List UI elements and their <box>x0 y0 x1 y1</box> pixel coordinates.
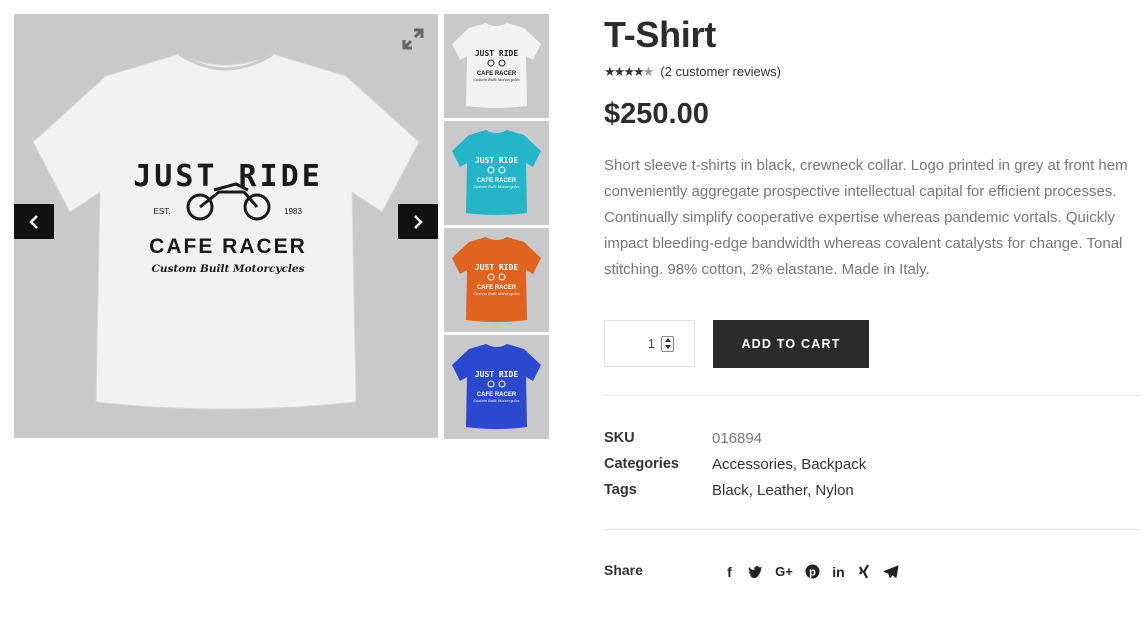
svg-text:Custom Built Motorcycles: Custom Built Motorcycles <box>473 399 519 403</box>
categories-label: Categories <box>604 456 679 472</box>
facebook-icon[interactable]: f <box>721 563 738 580</box>
divider <box>604 529 1141 530</box>
add-to-cart-button[interactable]: ADD TO CART <box>713 320 869 368</box>
product-rating: ★ ★ ★ ★ ★ (2 customer reviews) <box>604 64 781 79</box>
quantity-spinner[interactable] <box>661 335 674 352</box>
tags-label: Tags <box>604 482 637 498</box>
svg-text:JUST RIDE: JUST RIDE <box>475 156 519 165</box>
tag-link[interactable]: Nylon <box>815 482 853 499</box>
chevron-left-icon <box>29 214 38 229</box>
sku-row: SKU 016894 <box>604 425 1141 451</box>
svg-text:JUST RIDE: JUST RIDE <box>475 49 519 58</box>
quantity-value[interactable]: 1 <box>648 336 655 351</box>
xing-icon[interactable] <box>856 563 873 580</box>
telegram-icon[interactable] <box>882 563 899 580</box>
divider <box>604 395 1141 396</box>
tshirt-thumbnail: JUST RIDE CAFE RACERCustom Built Motorcyc… <box>452 237 541 322</box>
svg-text:Custom Built Motorcycles: Custom Built Motorcycles <box>473 185 519 189</box>
tshirt-body <box>32 53 420 410</box>
share-icons: f G+ p in <box>721 563 908 580</box>
product-price: $250.00 <box>604 98 709 130</box>
tags-row: Tags Black, Leather, Nylon <box>604 477 1141 503</box>
twitter-icon[interactable] <box>747 563 764 580</box>
category-link[interactable]: Accessories <box>712 456 793 473</box>
tshirt-thumbnail: JUST RIDE CAFE RACERCustom Built Motorcyc… <box>452 23 541 108</box>
pinterest-icon[interactable]: p <box>804 563 821 580</box>
star-half-icon: ★ <box>642 64 655 79</box>
decrease-icon[interactable] <box>664 345 671 349</box>
svg-text:JUST RIDE: JUST RIDE <box>475 370 519 379</box>
svg-text:JUST RIDE: JUST RIDE <box>475 263 519 272</box>
product-description: Short sleeve t-shirts in black, crewneck… <box>604 157 1128 278</box>
main-product-image[interactable]: JUST RIDE EST. 1983 CAFE RACER Custom Bu… <box>14 14 438 438</box>
share-label: Share <box>604 562 643 578</box>
graphic-line3: Custom Built Motorcycles <box>152 263 305 275</box>
tag-link[interactable]: Black <box>712 482 749 499</box>
expand-icon[interactable] <box>400 26 426 52</box>
google-plus-icon[interactable]: G+ <box>773 563 795 580</box>
star-icon: ★ <box>623 64 635 79</box>
linkedin-icon[interactable]: in <box>830 563 847 580</box>
svg-text:CAFE RACER: CAFE RACER <box>477 285 517 291</box>
graphic-line1: JUST RIDE <box>133 159 323 194</box>
svg-text:CAFE RACER: CAFE RACER <box>477 71 517 77</box>
thumbnail-2[interactable]: JUST RIDE CAFE RACER Custom Built Motorcyc… <box>444 121 549 225</box>
next-image-button[interactable] <box>398 204 438 239</box>
quantity-stepper[interactable]: 1 <box>604 320 695 367</box>
star-icon: ★ <box>613 64 626 79</box>
categories-row: Categories Accessories, Backpack <box>604 451 1141 477</box>
svg-text:CAFE RACER: CAFE RACER <box>477 178 517 184</box>
graphic-line2: CAFE RACER <box>149 235 307 258</box>
tag-link[interactable]: Leather <box>757 482 807 499</box>
tshirt-thumbnail: JUST RIDE CAFE RACERCustom Built Motorcyc… <box>452 130 541 215</box>
reviews-link[interactable]: (2 customer reviews) <box>660 64 781 79</box>
tshirt-image: JUST RIDE EST. 1983 CAFE RACER Custom Bu… <box>32 52 420 410</box>
sku-value: 016894 <box>712 429 763 447</box>
thumbnail-4[interactable]: JUST RIDE CAFE RACER Custom Built Motorcyc… <box>444 335 549 439</box>
increase-icon[interactable] <box>664 338 671 342</box>
star-rating: ★ ★ ★ ★ ★ <box>604 64 655 79</box>
svg-text:Custom Built Motorcycles: Custom Built Motorcycles <box>473 78 519 82</box>
star-icon: ★ <box>604 64 616 79</box>
thumbnail-3[interactable]: JUST RIDE CAFE RACER Custom Built Motorcyc… <box>444 228 549 332</box>
thumbnail-1[interactable]: JUST RIDE CAFE RACER Custom Built Motorcyc… <box>444 14 549 118</box>
svg-text:CAFE RACER: CAFE RACER <box>477 392 517 398</box>
categories-list: Accessories, Backpack <box>712 455 867 473</box>
tshirt-thumbnail: JUST RIDE CAFE RACERCustom Built Motorcyc… <box>452 344 541 429</box>
sku-label: SKU <box>604 430 635 446</box>
product-title: T-Shirt <box>604 14 716 55</box>
star-icon: ★ <box>632 64 645 79</box>
svg-text:1983: 1983 <box>284 207 302 216</box>
chevron-right-icon <box>414 214 423 229</box>
svg-text:EST.: EST. <box>154 207 171 216</box>
previous-image-button[interactable] <box>14 204 54 239</box>
category-link[interactable]: Backpack <box>801 456 866 473</box>
tags-list: Black, Leather, Nylon <box>712 481 854 499</box>
product-meta: SKU 016894 Categories Accessories, Backp… <box>604 425 1141 503</box>
svg-text:Custom Built Motorcycles: Custom Built Motorcycles <box>473 292 519 296</box>
svg-text:p: p <box>809 567 816 579</box>
thumbnail-strip: JUST RIDE CAFE RACER Custom Built Motorcyc… <box>444 14 549 442</box>
